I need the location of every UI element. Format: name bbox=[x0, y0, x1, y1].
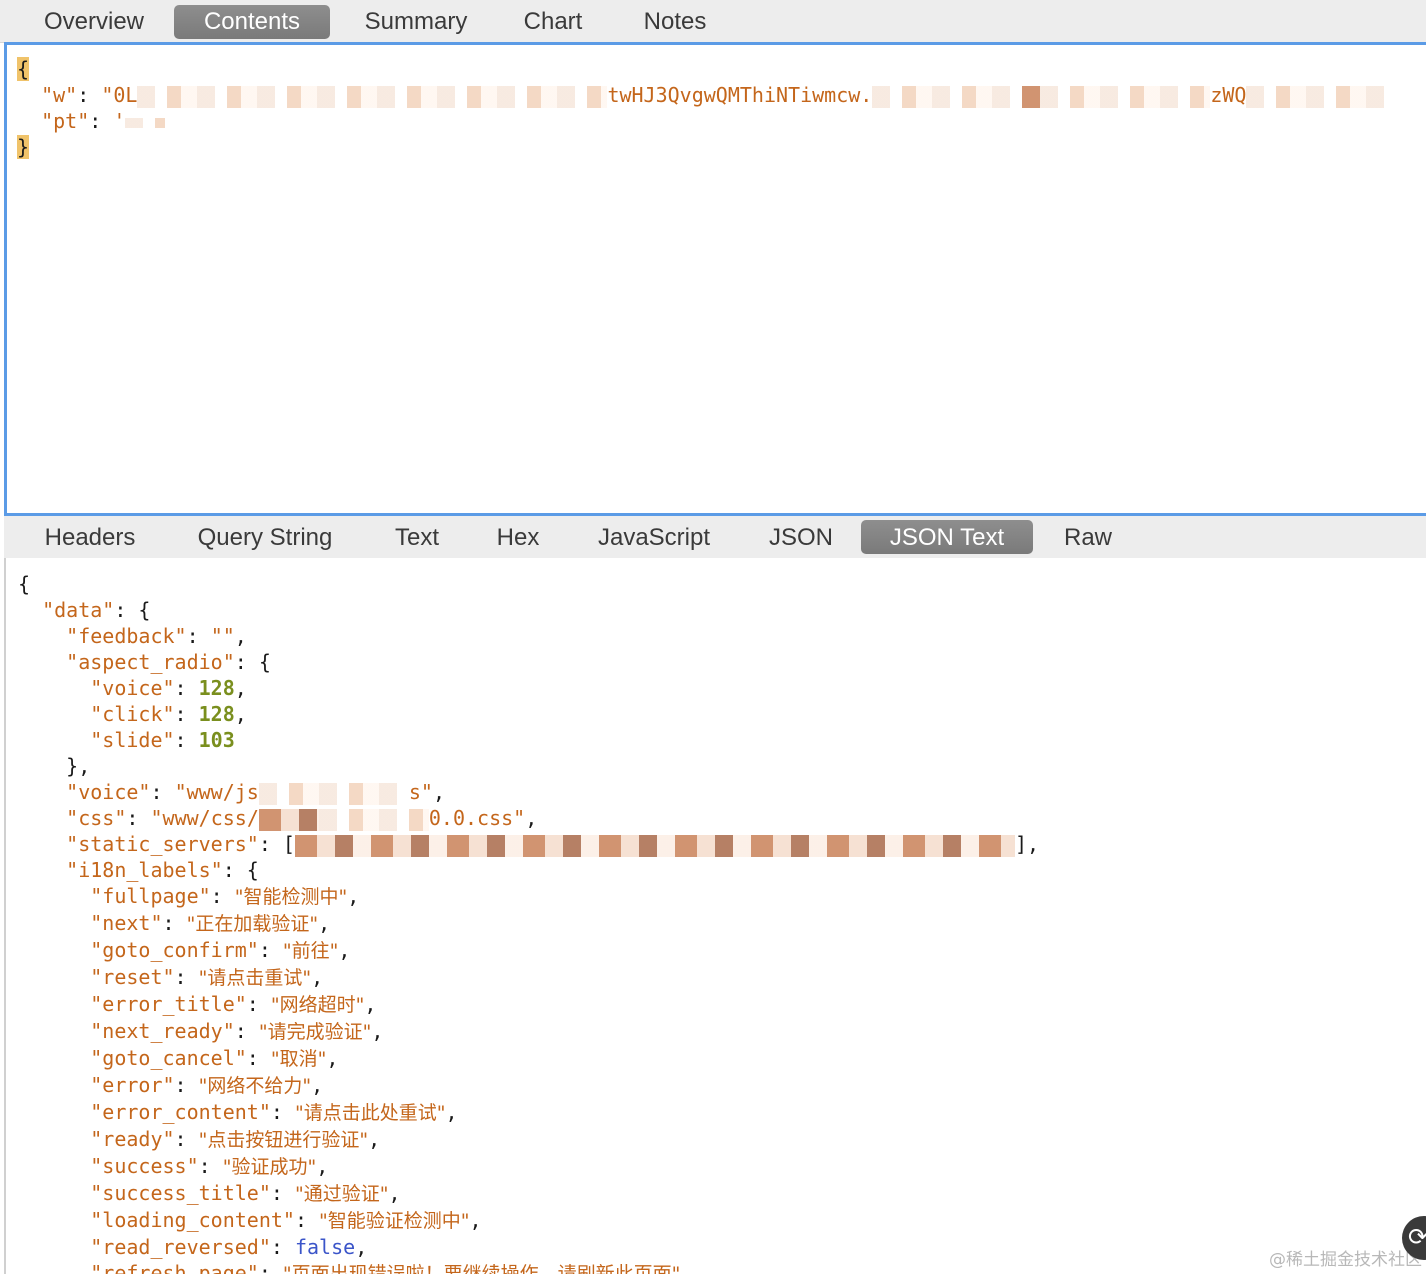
json-key: "data" bbox=[42, 598, 115, 622]
json-key: "refresh_page" bbox=[90, 1261, 259, 1274]
tab-chart[interactable]: Chart bbox=[508, 5, 598, 39]
json-value: "请完成验证" bbox=[258, 1021, 372, 1043]
response-tab-bar: Headers Query String Text Hex JavaScript… bbox=[4, 516, 1426, 559]
json-value: 0.0.css" bbox=[428, 806, 526, 830]
open-brace: { bbox=[17, 57, 30, 81]
json-key: "css" bbox=[66, 806, 127, 830]
json-key: "next" bbox=[90, 911, 163, 935]
json-value: "智能验证检测中" bbox=[319, 1210, 470, 1232]
json-value: "网络不给力" bbox=[198, 1075, 312, 1097]
redacted-block bbox=[294, 834, 1015, 857]
json-key: "loading_content" bbox=[90, 1208, 295, 1232]
response-body-pane[interactable]: { "data": { "feedback": "", "aspect_radi… bbox=[4, 558, 1426, 1274]
json-value: "请点击重试" bbox=[198, 967, 312, 989]
redacted-block bbox=[318, 808, 429, 831]
json-value: "" bbox=[210, 624, 235, 648]
redacted-block bbox=[258, 808, 319, 831]
tab-contents[interactable]: Contents bbox=[174, 5, 330, 39]
json-value: "取消" bbox=[270, 1048, 327, 1070]
json-key: "aspect_radio" bbox=[66, 650, 235, 674]
tab-summary[interactable]: Summary bbox=[350, 5, 482, 39]
redacted-block bbox=[1040, 85, 1211, 108]
json-value: "www/css/ bbox=[150, 806, 259, 830]
json-key: "success_title" bbox=[90, 1181, 271, 1205]
json-value: "验证成功" bbox=[222, 1156, 317, 1178]
tab-json-text[interactable]: JSON Text bbox=[861, 520, 1033, 554]
json-value: s" bbox=[408, 780, 433, 804]
json-number: 128 bbox=[198, 702, 235, 726]
json-number: 128 bbox=[198, 676, 235, 700]
json-key: "ready" bbox=[90, 1127, 175, 1151]
request-json: { "w": "0L twHJ3QvgwQMThiNTiwmcw. zWQ "pt"… bbox=[17, 56, 1387, 160]
json-key-w: "w" bbox=[41, 83, 78, 107]
json-key: "error" bbox=[90, 1073, 175, 1097]
json-key: "success" bbox=[90, 1154, 199, 1178]
response-json: { "data": { "feedback": "", "aspect_radi… bbox=[18, 571, 1039, 1274]
json-value: "通过验证" bbox=[294, 1183, 389, 1205]
json-key: "slide" bbox=[90, 728, 175, 752]
top-tab-bar: Overview Contents Summary Chart Notes bbox=[0, 0, 1426, 43]
request-body-pane[interactable]: { "w": "0L twHJ3QvgwQMThiNTiwmcw. zWQ "pt"… bbox=[4, 42, 1426, 516]
tab-javascript[interactable]: JavaScript bbox=[584, 520, 724, 554]
json-key: "error_content" bbox=[90, 1100, 271, 1124]
json-key: "voice" bbox=[90, 676, 175, 700]
watermark: @稀土掘金技术社区 bbox=[1269, 1250, 1422, 1270]
json-key: "next_ready" bbox=[90, 1019, 235, 1043]
json-number: 103 bbox=[198, 728, 235, 752]
json-value-w-mid: twHJ3QvgwQMThiNTiwmcw. bbox=[607, 83, 873, 107]
json-key: "feedback" bbox=[66, 624, 187, 648]
json-value: "点击按钮进行验证" bbox=[198, 1129, 369, 1151]
json-key: "click" bbox=[90, 702, 175, 726]
tab-query-string[interactable]: Query String bbox=[182, 520, 348, 554]
close-brace: } bbox=[17, 135, 30, 159]
json-key: "reset" bbox=[90, 965, 175, 989]
json-key: "voice" bbox=[66, 780, 151, 804]
json-value-w-start: "0L bbox=[101, 83, 138, 107]
json-key: "goto_confirm" bbox=[90, 938, 259, 962]
tab-headers[interactable]: Headers bbox=[30, 520, 150, 554]
json-value-w-end: zWQ bbox=[1210, 83, 1247, 107]
tab-raw[interactable]: Raw bbox=[1054, 520, 1122, 554]
redacted-block bbox=[125, 117, 166, 128]
json-key: "error_title" bbox=[90, 992, 247, 1016]
tab-notes[interactable]: Notes bbox=[628, 5, 722, 39]
json-value: "页面出现错误啦！要继续操作，请刷新此页面" bbox=[282, 1263, 681, 1274]
json-value: "网络超时" bbox=[270, 994, 365, 1016]
json-key: "i18n_labels" bbox=[66, 858, 223, 882]
redacted-block bbox=[1246, 85, 1387, 108]
json-value: "正在加载验证" bbox=[186, 913, 319, 935]
json-value: "www/js bbox=[174, 780, 259, 804]
json-value-pt: ' bbox=[113, 109, 126, 133]
tab-json[interactable]: JSON bbox=[756, 520, 846, 554]
redacted-block bbox=[1022, 85, 1041, 108]
redacted-block bbox=[137, 85, 608, 108]
json-key: "read_reversed" bbox=[90, 1235, 271, 1259]
tab-text[interactable]: Text bbox=[378, 520, 456, 554]
json-boolean: false bbox=[294, 1235, 356, 1259]
redacted-block bbox=[872, 85, 1023, 108]
json-key-pt: "pt" bbox=[41, 109, 90, 133]
json-value: "请点击此处重试" bbox=[294, 1102, 446, 1124]
json-key: "static_servers" bbox=[66, 832, 259, 856]
redacted-block bbox=[258, 782, 409, 805]
tab-overview[interactable]: Overview bbox=[26, 5, 162, 39]
json-key: "goto_cancel" bbox=[90, 1046, 247, 1070]
json-key: "fullpage" bbox=[90, 884, 211, 908]
json-value: "智能检测中" bbox=[234, 886, 348, 908]
json-value: "前往" bbox=[282, 940, 339, 962]
tab-hex[interactable]: Hex bbox=[484, 520, 552, 554]
